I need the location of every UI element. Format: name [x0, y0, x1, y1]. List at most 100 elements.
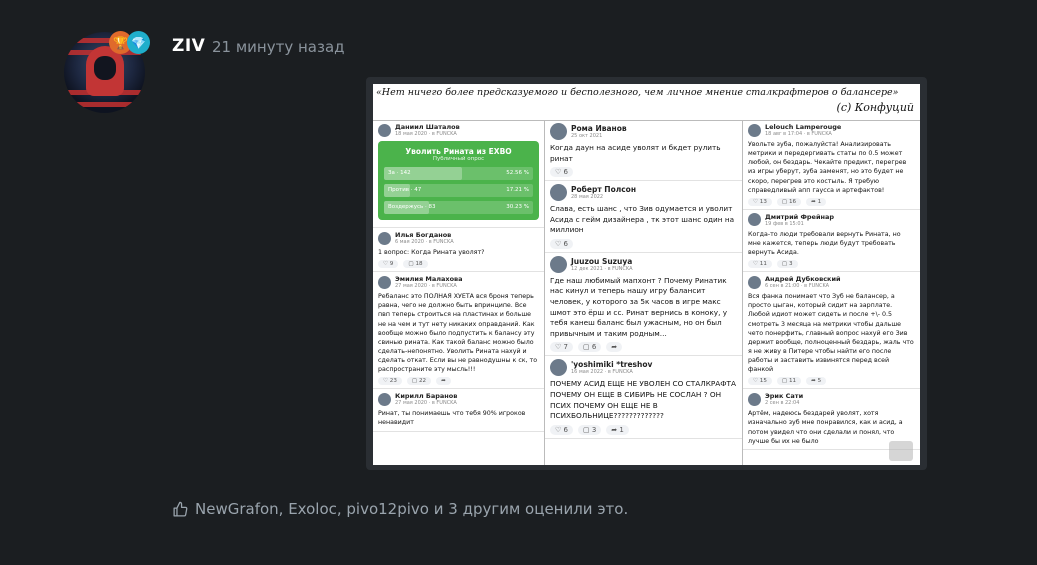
- avatar: [748, 213, 761, 227]
- poll-option-label: Против: [388, 187, 410, 193]
- comment-text: Ребаланс это ПОЛНАЯ ХУЕТА вся броня тепе…: [378, 293, 538, 374]
- share-count: ➦ 1: [806, 197, 827, 206]
- comment-author: Роберт Полсон: [571, 185, 637, 195]
- avatar: [550, 359, 567, 377]
- poll-option-label: Воздержусь: [388, 204, 424, 210]
- like-count: ♡ 6: [550, 238, 573, 249]
- comment-text: Увольте зуба, пожалуйста! Анализировать …: [748, 141, 907, 194]
- comment-date: 6 сен в 21:00 · в FUNCKA: [765, 283, 830, 290]
- poll-option: Воздержусь · 83 30.23 %: [384, 201, 533, 214]
- poll-option-count: 142: [400, 170, 411, 176]
- post-author[interactable]: ZIV: [172, 36, 205, 56]
- comment-card: Дмитрий Фрейнар 19 фев в 15:01 Когда-то …: [743, 210, 920, 273]
- avatar: [550, 255, 567, 273]
- comment-date: 19 фев в 15:01: [765, 220, 804, 227]
- poll-option-count: 47: [414, 187, 422, 193]
- comment-count: ▢ 16: [776, 197, 802, 206]
- poll-option-percent: 52.56 %: [506, 170, 529, 176]
- like-count: ♡ 7: [550, 342, 573, 353]
- comment-count: ▢ 22: [406, 377, 432, 386]
- like-count: ♡ 6: [550, 424, 573, 435]
- like-count: ♡ 15: [748, 377, 772, 386]
- likes-text[interactable]: NewGrafon, Exoloc, pivo12pivo и 3 другим…: [195, 500, 628, 518]
- comment-count: ▢ 6: [577, 342, 602, 353]
- comment-card: Эмилия Малахова 27 мая 2020 · в FUNCKA Р…: [373, 272, 544, 390]
- post-timestamp[interactable]: 21 минуту назад: [212, 38, 345, 56]
- avatar: [550, 184, 567, 202]
- comment-text: Вся фанка понимает что Зуб не балансер, …: [748, 293, 914, 374]
- avatar: [748, 275, 761, 289]
- poll-option: Против · 47 17.21 %: [384, 184, 533, 197]
- comment-date: 16 мая 2022 · в FUNCKA: [571, 369, 633, 376]
- comment-date: 18 мая 2020 · в FUNCKA: [395, 131, 457, 137]
- comment-card: Андрей Дубковский 6 сен в 21:00 · в FUNC…: [743, 272, 920, 390]
- comment-author: Андрей Дубковский: [765, 275, 841, 284]
- comment-count: ▢ 3: [577, 424, 602, 435]
- avatar: [378, 123, 391, 137]
- poll-card: Уволить Рината из EXBO Публичный опрос З…: [378, 141, 539, 220]
- comment-card: Илья Богданов 6 мая 2020 · в FUNCKA 1 во…: [373, 228, 544, 273]
- comment-author: Дмитрий Фрейнар: [765, 212, 835, 221]
- like-count: ♡ 11: [748, 260, 772, 269]
- post-image[interactable]: «Нет ничего более предсказуемого и беспо…: [366, 77, 927, 470]
- avatar: [748, 392, 761, 406]
- avatar: [378, 392, 391, 406]
- collage: «Нет ничего более предсказуемого и беспо…: [373, 84, 920, 465]
- comment-date: 27 мая 2020 · в FUNCKA: [395, 283, 457, 290]
- comment-card: Рома Иванов 25 окт 2021 Когда даун на ас…: [545, 120, 742, 182]
- gem-icon: 💎: [127, 31, 150, 54]
- poll-option-count: 83: [428, 204, 436, 210]
- comment-author: Lelouch Lamperouge: [765, 123, 842, 131]
- comment-card: Lelouch Lamperouge 18 авг в 17:04 · в FU…: [743, 120, 920, 210]
- comment-card: Juuzou Suzuya 12 дек 2021 · в FUNCKA Где…: [545, 253, 742, 357]
- poll-option-label: За: [388, 170, 395, 176]
- watermark-icon: [889, 441, 913, 461]
- share-count: ➦ 5: [806, 377, 827, 386]
- comment-author: Илья Богданов: [395, 231, 452, 239]
- comment-date: 2 сен в 22:04: [765, 400, 800, 407]
- comment-date: 28 мая 2022: [571, 194, 604, 201]
- comment-count: ▢ 3: [776, 260, 798, 269]
- poll-title: Уволить Рината из EXBO: [405, 147, 512, 156]
- comment-date: 25 окт 2021: [571, 133, 603, 139]
- comment-date: 18 авг в 17:04 · в FUNCKA: [765, 131, 832, 137]
- share-icon: ➦: [436, 377, 451, 386]
- comment-text: Где наш любимый мапхонт ? Почему Ринатик…: [550, 275, 728, 338]
- quote-text: «Нет ничего более предсказуемого и беспо…: [376, 87, 899, 98]
- comment-author: 'yoshimiki *treshov: [571, 360, 653, 370]
- likes-summary[interactable]: NewGrafon, Exoloc, pivo12pivo и 3 другим…: [172, 500, 628, 518]
- comment-author: Juuzou Suzuya: [571, 256, 633, 266]
- avatar: [378, 231, 391, 245]
- like-count: ♡ 23: [378, 377, 402, 386]
- comment-count: ▢ 11: [776, 377, 802, 386]
- comment-date: 27 мая 2020 · в FUNCKA: [395, 400, 457, 407]
- collage-column-2: Рома Иванов 25 окт 2021 Когда даун на ас…: [545, 120, 743, 465]
- avatar: [550, 123, 567, 140]
- poll-subtitle: Публичный опрос: [432, 156, 485, 162]
- comment-card: Кирилл Баранов 27 мая 2020 · в FUNCKA Ри…: [373, 389, 544, 432]
- like-count: ♡ 9: [378, 260, 399, 269]
- avatar: [378, 275, 391, 289]
- collage-column-3: Lelouch Lamperouge 18 авг в 17:04 · в FU…: [743, 120, 920, 465]
- comment-author: Даниил Шаталов: [395, 123, 460, 131]
- share-icon: ➦: [606, 342, 623, 353]
- quote-author: (с) Конфуций: [836, 101, 914, 114]
- comment-date: 12 дек 2021 · в FUNCKA: [571, 265, 633, 272]
- quote-header: «Нет ничего более предсказуемого и беспо…: [373, 84, 920, 121]
- comment-count: ▢ 18: [403, 260, 428, 269]
- comment-text: Когда-то люди требовали вернуть Рината, …: [748, 230, 901, 256]
- comment-card: Роберт Полсон 28 мая 2022 Слава, есть ша…: [545, 181, 742, 253]
- comment-text: Когда даун на асиде уволят и бкдет рулит…: [550, 143, 721, 163]
- poll-option-percent: 17.21 %: [506, 187, 529, 193]
- like-count: ♡ 13: [748, 197, 772, 206]
- poll-option: За · 142 52.56 %: [384, 167, 533, 180]
- comment-text: Слава, есть шанс , что Зив одумается и у…: [550, 204, 735, 235]
- collage-column-1: Даниил Шаталов 18 мая 2020 · в FUNCKA Ув…: [373, 120, 545, 465]
- poll-option-percent: 30.23 %: [506, 204, 529, 210]
- thumbs-up-icon[interactable]: [172, 501, 189, 518]
- like-count: ♡ 6: [550, 167, 573, 178]
- comment-text: 1 вопрос: Когда Рината уволят?: [378, 249, 485, 256]
- comment-card: 'yoshimiki *treshov 16 мая 2022 · в FUNC…: [545, 356, 742, 439]
- comment-author: Эмилия Малахова: [395, 275, 463, 284]
- comment-text: ПОЧЕМУ АСИД ЕЩЕ НЕ УВОЛЕН СО СТАЛКРАФТА …: [550, 379, 736, 421]
